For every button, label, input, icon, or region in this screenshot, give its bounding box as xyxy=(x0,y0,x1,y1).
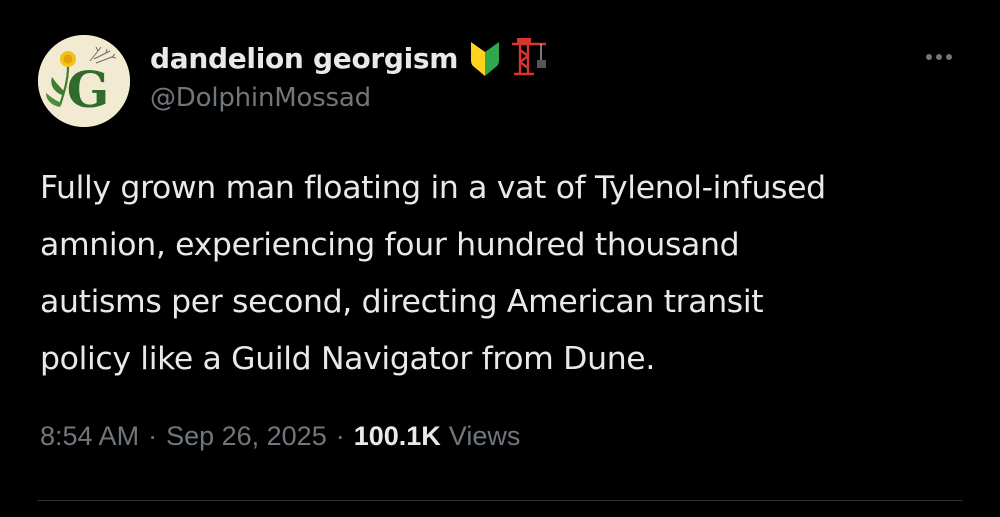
meta-separator: · xyxy=(335,421,345,451)
tweet-metadata: 8:54 AM · Sep 26, 2025 · 100.1K Views xyxy=(40,421,520,452)
avatar-image: G xyxy=(38,35,130,127)
divider xyxy=(38,500,962,501)
construction-crane-icon xyxy=(508,38,548,78)
tweet-time[interactable]: 8:54 AM xyxy=(40,421,139,452)
meta-separator: · xyxy=(148,421,158,451)
author-block: dandelion georgism @DolphinMossad xyxy=(150,36,548,113)
display-name[interactable]: dandelion georgism xyxy=(150,42,458,75)
user-handle[interactable]: @DolphinMossad xyxy=(150,83,548,113)
avatar-letter: G xyxy=(67,60,110,119)
japanese-beginner-symbol-icon xyxy=(468,38,502,78)
more-options-button[interactable] xyxy=(918,42,960,72)
views-label: Views xyxy=(448,421,521,451)
more-horizontal-icon xyxy=(926,54,952,60)
name-row: dandelion georgism xyxy=(150,36,548,80)
avatar[interactable]: G xyxy=(38,35,130,127)
tweet-date[interactable]: Sep 26, 2025 xyxy=(166,421,327,452)
tweet: G dandelion georgism @DolphinMossad Full… xyxy=(0,0,1000,517)
views-count[interactable]: 100.1K xyxy=(354,421,441,452)
tweet-text: Fully grown man floating in a vat of Tyl… xyxy=(40,170,826,377)
